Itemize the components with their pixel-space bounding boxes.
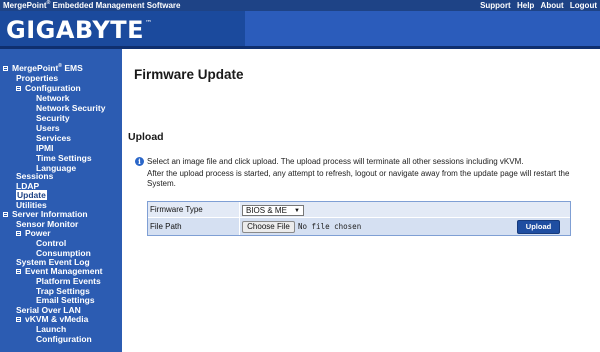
sidebar-item-email-settings[interactable]: Email Settings xyxy=(36,295,95,305)
sidebar-item-launch[interactable]: Launch xyxy=(36,324,66,334)
sidebar-item-ipmi[interactable]: IPMI xyxy=(36,143,53,153)
sidebar-item-event-management[interactable]: Event Management xyxy=(16,266,102,276)
upload-warning-cont: System. xyxy=(147,179,176,188)
sidebar-item-users[interactable]: Users xyxy=(36,123,60,133)
top-links: Support Help About Logout xyxy=(476,0,597,11)
gigabyte-logo: GIGABYTE™ xyxy=(6,16,153,44)
collapse-icon[interactable] xyxy=(3,212,8,217)
collapse-icon[interactable] xyxy=(16,231,21,236)
collapse-icon[interactable] xyxy=(16,269,21,274)
collapse-icon[interactable] xyxy=(16,86,21,91)
top-bar: MergePoint® Embedded Management Software… xyxy=(0,0,600,11)
info-icon: i xyxy=(135,157,144,166)
upload-form: Firmware Type File Path BIOS & ME ▼ Choo… xyxy=(147,201,571,236)
sidebar-item-vkvm-vmedia[interactable]: vKVM & vMedia xyxy=(16,314,88,324)
choose-file-button[interactable]: Choose File xyxy=(242,221,295,233)
logout-link[interactable]: Logout xyxy=(570,1,597,10)
sidebar-item-properties[interactable]: Properties xyxy=(16,73,58,83)
file-path-label: File Path xyxy=(150,222,182,231)
collapse-icon[interactable] xyxy=(3,66,8,71)
logo-area: GIGABYTE™ xyxy=(0,11,245,49)
column-divider xyxy=(239,202,240,235)
firmware-type-row: Firmware Type xyxy=(148,202,570,218)
section-title-upload: Upload xyxy=(128,131,164,143)
sidebar-item-power[interactable]: Power xyxy=(16,228,51,238)
firmware-type-value: BIOS & ME xyxy=(246,206,287,215)
firmware-type-label: Firmware Type xyxy=(150,205,203,214)
sidebar-item-security[interactable]: Security xyxy=(36,113,70,123)
banner: GIGABYTE™ xyxy=(0,11,600,49)
sidebar-item-update[interactable]: Update xyxy=(16,190,47,200)
file-name-text: No file chosen xyxy=(298,222,362,231)
sidebar-item-platform-events[interactable]: Platform Events xyxy=(36,276,101,286)
sidebar-nav: MergePoint® EMS Properties Configuration… xyxy=(0,49,122,352)
firmware-type-select[interactable]: BIOS & ME ▼ xyxy=(242,205,304,216)
upload-instructions: Select an image file and click upload. T… xyxy=(147,157,524,166)
sidebar-item-server-information[interactable]: Server Information xyxy=(3,209,88,219)
sidebar-item-vkvm-configuration[interactable]: Configuration xyxy=(36,334,92,344)
sidebar-item-time-settings[interactable]: Time Settings xyxy=(36,153,92,163)
sidebar-item-network-security[interactable]: Network Security xyxy=(36,103,105,113)
sidebar-item-services[interactable]: Services xyxy=(36,133,71,143)
upload-button[interactable]: Upload xyxy=(517,220,560,234)
sidebar-item-mergepoint-ems[interactable]: MergePoint® EMS xyxy=(3,63,83,73)
support-link[interactable]: Support xyxy=(480,1,511,10)
product-name: MergePoint® Embedded Management Software xyxy=(3,0,181,10)
sidebar-item-configuration[interactable]: Configuration xyxy=(16,83,81,93)
page-title: Firmware Update xyxy=(134,67,244,82)
collapse-icon[interactable] xyxy=(16,317,21,322)
upload-warning: After the upload process is started, any… xyxy=(147,169,570,178)
dropdown-arrow-icon: ▼ xyxy=(294,208,300,214)
about-link[interactable]: About xyxy=(541,1,564,10)
main-content: Firmware Update Upload i Select an image… xyxy=(122,49,600,352)
sidebar-item-sessions[interactable]: Sessions xyxy=(16,171,53,181)
help-link[interactable]: Help xyxy=(517,1,534,10)
sidebar-item-control[interactable]: Control xyxy=(36,238,66,248)
sidebar-item-network[interactable]: Network xyxy=(36,93,70,103)
